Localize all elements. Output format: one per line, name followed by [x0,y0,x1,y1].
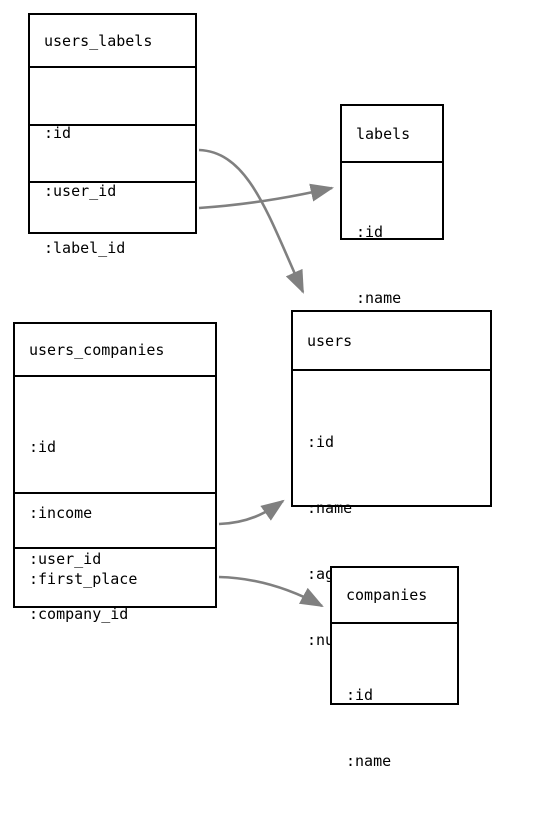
field-group-labels[interactable]: :id :name [342,163,442,307]
entity-title-companies: companies [332,568,457,624]
field-users-companies-company-id: :company_id [29,605,129,623]
entity-labels[interactable]: labels :id :name [340,104,444,307]
field-labels-id: :id [356,223,384,241]
field-group-users-companies-attrs[interactable]: :id :income :first_place [15,377,215,588]
entity-title-users-companies: users_companies [15,324,215,377]
field-users-labels-label-id: :label_id [44,239,126,257]
field-group-users[interactable]: :id :name :age :num_nomination [293,371,490,649]
field-group-users-labels-pk[interactable]: :id [30,68,195,142]
field-users-companies-id: :id [29,438,57,456]
field-labels-name: :name [356,289,402,307]
field-companies-id: :id [346,686,374,704]
field-users-id: :id [307,433,335,451]
entity-title-labels: labels [342,106,442,163]
edge-users_labels-user_id-to-users [198,148,305,294]
edge-users_companies-user_id-to-users [218,499,285,526]
erd-canvas: users_labels :id :user_id :label_id labe… [0,0,534,770]
entity-users-labels[interactable]: users_labels :id :user_id :label_id [28,13,197,257]
field-companies-name: :name [346,752,392,770]
entity-users[interactable]: users :id :name :age :num_nomination [291,310,492,649]
field-group-companies[interactable]: :id :name [332,624,457,770]
entity-title-users-labels: users_labels [30,15,195,68]
entity-users-companies[interactable]: users_companies :id :income :first_place… [13,322,217,623]
edge-users_labels-label_id-to-labels [198,183,335,210]
field-users-name: :name [307,499,353,517]
entity-title-users: users [293,312,490,371]
entity-companies[interactable]: companies :id :name [330,566,459,770]
